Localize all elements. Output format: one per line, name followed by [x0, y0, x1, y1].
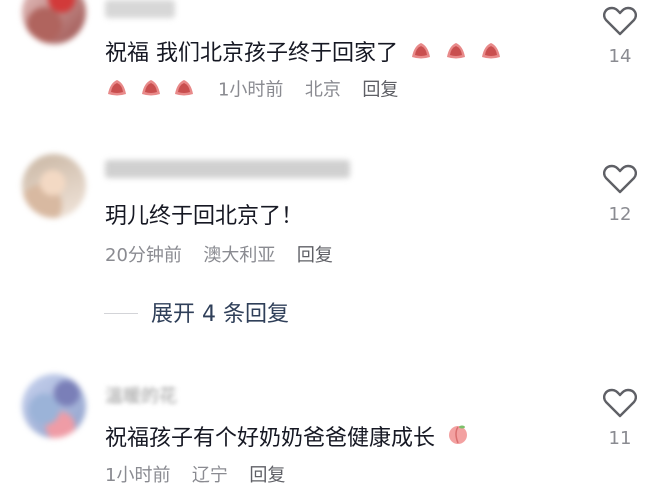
- like-button[interactable]: 11: [600, 388, 640, 462]
- folded-hands-icon: [105, 77, 129, 104]
- heart-icon: [603, 6, 637, 36]
- comment-text-content: 祝福 我们北京孩子终于回家了: [105, 41, 398, 66]
- comment-text-content: 玥儿终于回北京了！: [105, 204, 304, 229]
- like-count: 14: [608, 46, 632, 67]
- username[interactable]: [105, 0, 175, 18]
- heart-icon: [603, 164, 637, 194]
- comment-location: 北京: [304, 79, 341, 101]
- like-count: 12: [608, 204, 632, 225]
- comment-meta: 1小时前 辽宁 回复: [105, 464, 285, 488]
- folded-hands-icon: [444, 37, 468, 71]
- avatar[interactable]: [22, 374, 86, 438]
- reply-button[interactable]: 回复: [249, 465, 285, 486]
- comment-text-content: 祝福孩子有个好奶奶爸爸健康成长: [105, 426, 436, 451]
- avatar[interactable]: [22, 154, 86, 218]
- reply-button[interactable]: 回复: [362, 80, 398, 101]
- comment-meta: 1小时前 北京 回复: [105, 77, 398, 104]
- comment-text: 玥儿终于回北京了！: [105, 200, 303, 234]
- reply-button[interactable]: 回复: [297, 245, 333, 266]
- like-button[interactable]: 14: [600, 6, 640, 80]
- folded-hands-icon: [172, 77, 196, 104]
- folded-hands-icon: [139, 77, 163, 104]
- username[interactable]: 溫暖的花: [105, 388, 215, 406]
- comment-text: 祝福 我们北京孩子终于回家了: [105, 37, 503, 71]
- comment-location: 辽宁: [191, 465, 228, 486]
- comment-location: 澳大利亚: [203, 245, 276, 266]
- comment-meta: 20分钟前 澳大利亚 回复: [105, 244, 333, 268]
- divider-line: [104, 313, 138, 314]
- heart-icon: [603, 388, 637, 418]
- avatar[interactable]: [22, 0, 86, 44]
- peach-icon: [446, 422, 470, 456]
- expand-replies-label: 展开 4 条回复: [151, 302, 289, 327]
- comment-time: 20分钟前: [105, 245, 182, 266]
- username[interactable]: [105, 160, 350, 178]
- comment-time: 1小时前: [217, 79, 284, 101]
- folded-hands-icon: [409, 37, 433, 71]
- comment-text: 祝福孩子有个好奶奶爸爸健康成长: [105, 422, 470, 456]
- like-button[interactable]: 12: [600, 164, 640, 238]
- like-count: 11: [608, 428, 632, 449]
- folded-hands-icon: [479, 37, 503, 71]
- comment-time: 1小时前: [105, 465, 171, 486]
